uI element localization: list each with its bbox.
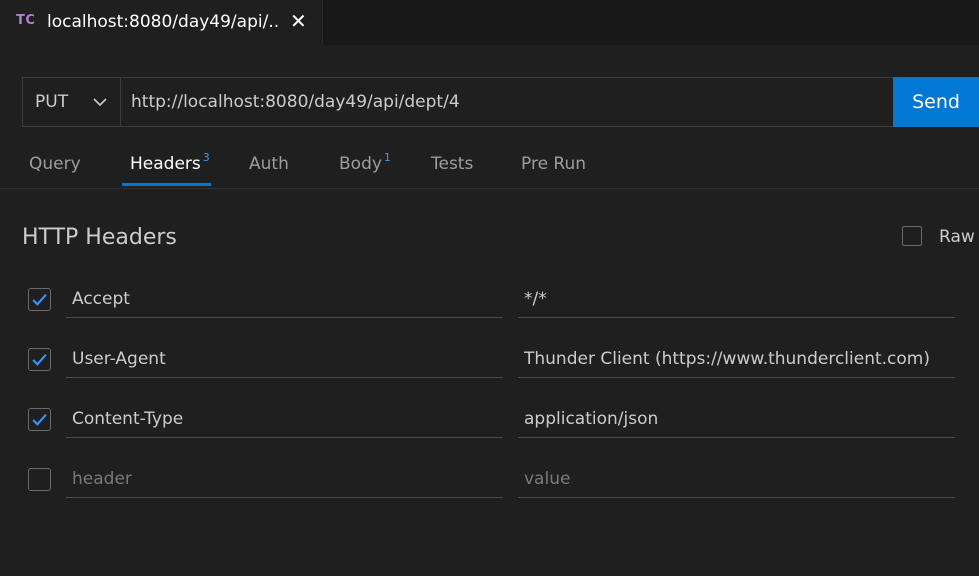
tab-tests[interactable]: Tests bbox=[431, 154, 473, 174]
header-value-input[interactable] bbox=[518, 400, 955, 438]
header-enabled-checkbox[interactable] bbox=[28, 468, 51, 491]
thunder-client-logo: TC bbox=[16, 13, 36, 28]
header-enabled-checkbox[interactable] bbox=[28, 288, 51, 311]
header-key-input[interactable] bbox=[66, 280, 503, 318]
header-row bbox=[0, 400, 979, 440]
tab-auth[interactable]: Auth bbox=[249, 154, 289, 174]
editor-tab-bar: TC localhost:8080/day49/api/.. ✕ bbox=[0, 0, 979, 45]
chevron-down-icon bbox=[93, 98, 107, 107]
tab-label: Pre Run bbox=[521, 154, 587, 174]
method-label: PUT bbox=[35, 92, 69, 112]
close-icon[interactable]: ✕ bbox=[290, 9, 307, 33]
header-row bbox=[0, 340, 979, 380]
header-enabled-checkbox[interactable] bbox=[28, 348, 51, 371]
tab-label: Query bbox=[29, 154, 81, 174]
tab-body[interactable]: Body 1 bbox=[339, 151, 391, 174]
header-value-input[interactable] bbox=[518, 460, 955, 498]
tab-label: Tests bbox=[431, 154, 474, 174]
url-input[interactable] bbox=[120, 77, 904, 127]
checkmark-icon bbox=[32, 414, 47, 426]
header-value-input[interactable] bbox=[518, 340, 955, 378]
tab-query[interactable]: Query bbox=[29, 154, 81, 174]
request-subtabs: Query Headers 3 Auth Body 1 Tests Pre Run bbox=[0, 145, 979, 189]
send-button[interactable]: Send bbox=[893, 77, 979, 127]
header-key-input[interactable] bbox=[66, 460, 503, 498]
active-tab-indicator bbox=[122, 183, 211, 186]
header-key-input[interactable] bbox=[66, 400, 503, 438]
header-enabled-checkbox[interactable] bbox=[28, 408, 51, 431]
tab-label: Headers bbox=[130, 154, 201, 174]
checkmark-icon bbox=[32, 354, 47, 366]
header-row bbox=[0, 280, 979, 320]
raw-checkbox[interactable] bbox=[902, 226, 922, 246]
tab-label: Body bbox=[339, 154, 382, 174]
method-select[interactable]: PUT bbox=[22, 77, 121, 127]
raw-label: Raw bbox=[939, 227, 975, 247]
tab-count-badge: 1 bbox=[383, 151, 391, 164]
tab-title: localhost:8080/day49/api/.. bbox=[47, 12, 280, 32]
header-value-input[interactable] bbox=[518, 280, 955, 318]
request-tab[interactable]: TC localhost:8080/day49/api/.. ✕ bbox=[0, 0, 323, 45]
section-title: HTTP Headers bbox=[22, 225, 177, 250]
tab-count-badge: 3 bbox=[202, 151, 210, 164]
header-key-input[interactable] bbox=[66, 340, 503, 378]
header-row-new bbox=[0, 460, 979, 500]
tab-headers[interactable]: Headers 3 bbox=[130, 151, 210, 174]
tab-label: Auth bbox=[249, 154, 289, 174]
tab-pre-run[interactable]: Pre Run bbox=[521, 154, 586, 174]
checkmark-icon bbox=[32, 294, 47, 306]
request-bar: PUT Send bbox=[22, 77, 979, 127]
